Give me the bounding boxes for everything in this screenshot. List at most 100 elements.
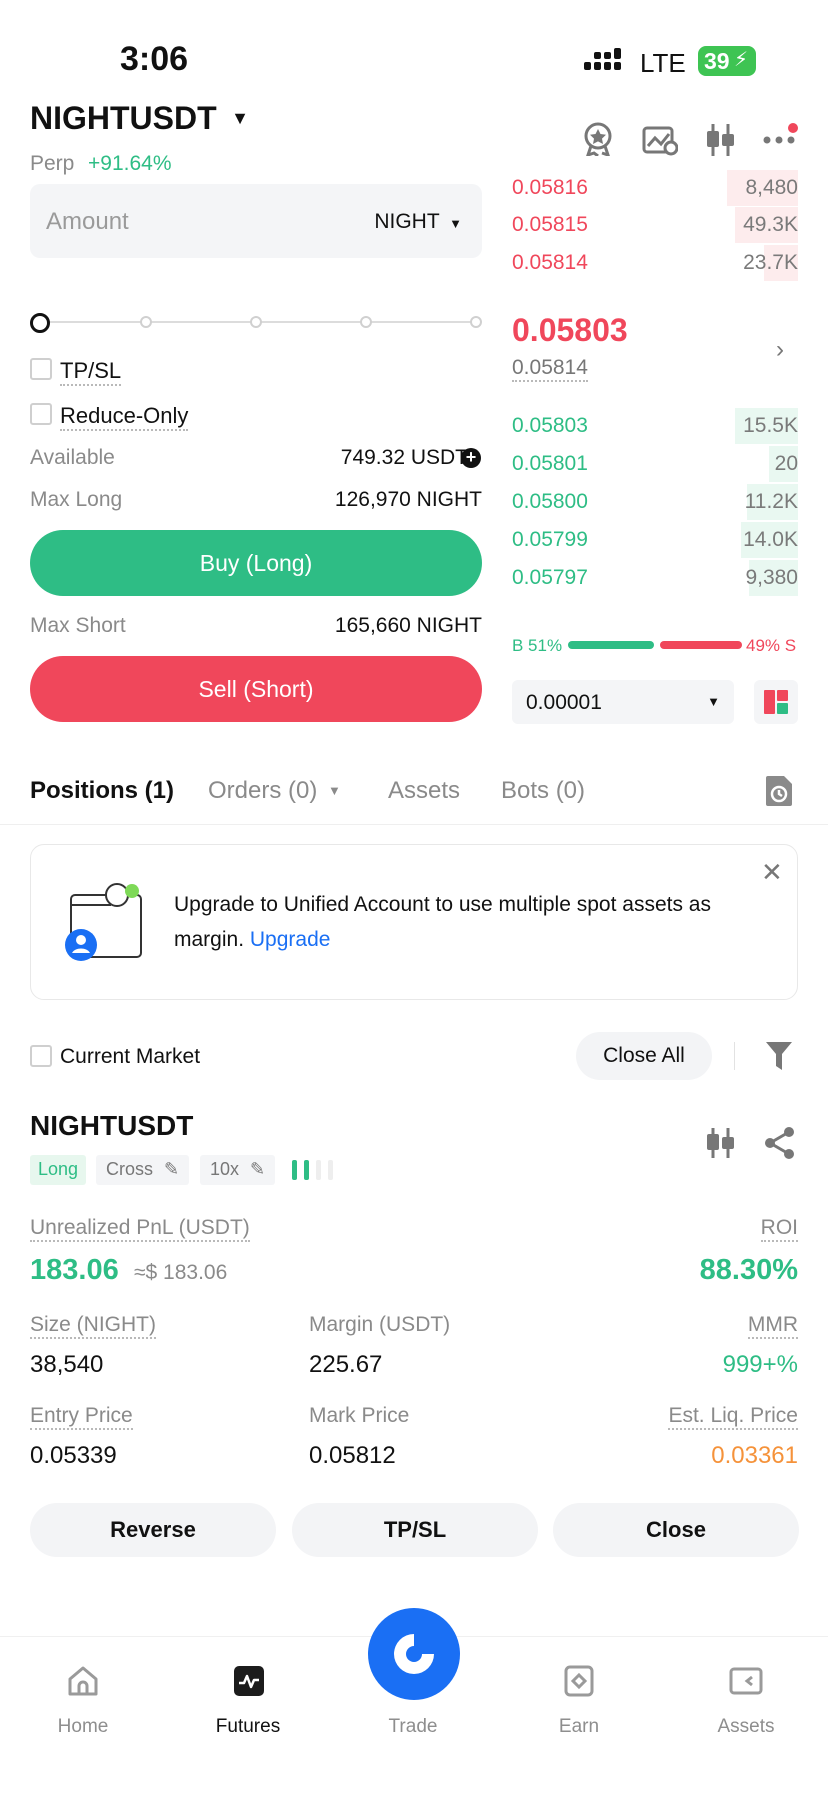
nav-home[interactable]: Home (23, 1716, 143, 1738)
divider (734, 1042, 735, 1070)
ask-qty: 8,480 (745, 176, 798, 199)
close-icon[interactable]: ✕ (761, 857, 783, 888)
bid-price: 0.05801 (512, 452, 588, 475)
bid-price: 0.05800 (512, 490, 588, 513)
current-market-label: Current Market (60, 1045, 201, 1068)
nav-earn[interactable]: Earn (519, 1716, 639, 1738)
liq-price-value: 0.03361 (711, 1442, 798, 1469)
roi-value: 88.30% (699, 1254, 798, 1286)
bid-price: 0.05797 (512, 566, 588, 589)
bid-qty: 20 (774, 452, 798, 475)
tpsl-button[interactable]: TP/SL (292, 1503, 538, 1557)
reverse-label: Reverse (110, 1517, 196, 1542)
chevron-down-icon: ▼ (707, 694, 720, 709)
ask-qty: 49.3K (743, 213, 798, 236)
position-symbol[interactable]: NIGHTUSDT (30, 1110, 193, 1142)
buy-ratio: B 51% (512, 636, 563, 655)
margin-value: 225.67 (309, 1351, 383, 1378)
leverage-badge[interactable]: 10x ✎ (200, 1155, 276, 1185)
chevron-right-icon[interactable]: › (776, 336, 784, 364)
banner-text-block: Upgrade to Unified Account to use multip… (174, 887, 754, 957)
upgrade-link[interactable]: Upgrade (250, 928, 331, 951)
bid-row[interactable]: 0.05800 11.2K (512, 484, 798, 520)
nav-assets[interactable]: Assets (686, 1716, 806, 1738)
bid-row[interactable]: 0.05803 15.5K (512, 408, 798, 444)
home-icon[interactable] (66, 1664, 100, 1698)
tab-orders[interactable]: Orders (0) ▼ (208, 777, 341, 805)
bid-qty: 11.2K (744, 490, 798, 513)
margin-label: Margin (USDT) (309, 1313, 451, 1336)
ask-qty: 23.7K (743, 251, 798, 274)
ask-row[interactable]: 0.05815 49.3K (512, 207, 798, 243)
precision-selector[interactable]: 0.00001 ▼ (512, 680, 734, 724)
ratio-sell-fill (659, 641, 742, 649)
orderbook: 0.05816 8,480 0.05815 49.3K 0.05814 23.7… (0, 0, 828, 730)
trade-icon (394, 1634, 434, 1674)
ask-row[interactable]: 0.05814 23.7K (512, 245, 798, 281)
side-badge: Long (30, 1155, 87, 1185)
bid-qty: 14.0K (743, 528, 798, 551)
liq-price-label: Est. Liq. Price (668, 1404, 798, 1430)
mark-price-label: Mark Price (309, 1404, 410, 1427)
tab-orders-label: Orders (0) (208, 777, 318, 804)
trade-button[interactable] (368, 1608, 460, 1700)
precision-value: 0.00001 (526, 691, 602, 714)
size-label: Size (NIGHT) (30, 1313, 156, 1339)
ratio-buy-fill (568, 641, 654, 649)
close-position-label: Close (646, 1517, 706, 1542)
tab-assets[interactable]: Assets (388, 777, 460, 805)
leverage-label: 10x (210, 1159, 240, 1179)
last-price: 0.05803 (512, 312, 628, 348)
mmr-value: 999+% (722, 1351, 798, 1378)
tab-bots[interactable]: Bots (0) (501, 777, 585, 805)
tab-positions[interactable]: Positions (1) (30, 777, 174, 805)
bid-row[interactable]: 0.05797 9,380 (512, 560, 798, 596)
mmr-label: MMR (747, 1313, 798, 1339)
earn-icon[interactable] (562, 1664, 596, 1698)
ask-price: 0.05816 (512, 176, 588, 199)
history-icon[interactable] (764, 774, 794, 808)
filter-icon[interactable] (764, 1040, 794, 1072)
sell-ratio: 49% S (746, 636, 797, 655)
edit-icon: ✎ (164, 1159, 180, 1179)
layout-toggle-icon[interactable] (754, 680, 798, 724)
bid-row[interactable]: 0.05799 14.0K (512, 522, 798, 558)
bid-price: 0.05803 (512, 414, 588, 437)
tpsl-button-label: TP/SL (383, 1517, 447, 1542)
reverse-button[interactable]: Reverse (30, 1503, 276, 1557)
bid-price: 0.05799 (512, 528, 588, 551)
nav-futures[interactable]: Futures (188, 1716, 308, 1738)
entry-price-label: Entry Price (30, 1404, 133, 1430)
assets-icon[interactable] (728, 1664, 764, 1698)
mark-price: 0.05814 (512, 356, 588, 382)
size-value: 38,540 (30, 1351, 104, 1378)
account-illustration-icon (61, 883, 151, 967)
current-market-checkbox[interactable] (30, 1045, 52, 1067)
nav-trade[interactable]: Trade (353, 1716, 473, 1738)
margin-mode-label: Cross (106, 1159, 154, 1179)
futures-icon[interactable] (232, 1664, 266, 1698)
upgrade-banner: Upgrade to Unified Account to use multip… (30, 844, 798, 1000)
entry-price-value: 0.05339 (30, 1442, 117, 1469)
roi-label: ROI (760, 1216, 798, 1242)
bid-row[interactable]: 0.05801 20 (512, 446, 798, 482)
ask-price: 0.05814 (512, 251, 588, 274)
position-chart-icon[interactable] (704, 1126, 736, 1160)
close-all-button[interactable]: Close All (576, 1032, 712, 1080)
close-all-label: Close All (603, 1044, 685, 1067)
ratio-bar (568, 641, 742, 649)
chevron-down-icon: ▼ (328, 783, 341, 798)
pnl-usd-value: ≈$ 183.06 (134, 1261, 228, 1284)
pnl-label: Unrealized PnL (USDT) (30, 1216, 250, 1242)
edit-icon: ✎ (250, 1159, 266, 1179)
margin-mode-badge[interactable]: Cross ✎ (96, 1155, 190, 1185)
close-position-button[interactable]: Close (553, 1503, 799, 1557)
ask-price: 0.05815 (512, 213, 588, 236)
tabs-divider (0, 824, 828, 825)
share-icon[interactable] (764, 1126, 796, 1160)
bid-qty: 9,380 (745, 566, 798, 589)
bid-qty: 15.5K (743, 414, 798, 437)
pnl-value: 183.06 (30, 1254, 119, 1286)
ask-row[interactable]: 0.05816 8,480 (512, 170, 798, 206)
mark-price-value: 0.05812 (309, 1442, 396, 1469)
